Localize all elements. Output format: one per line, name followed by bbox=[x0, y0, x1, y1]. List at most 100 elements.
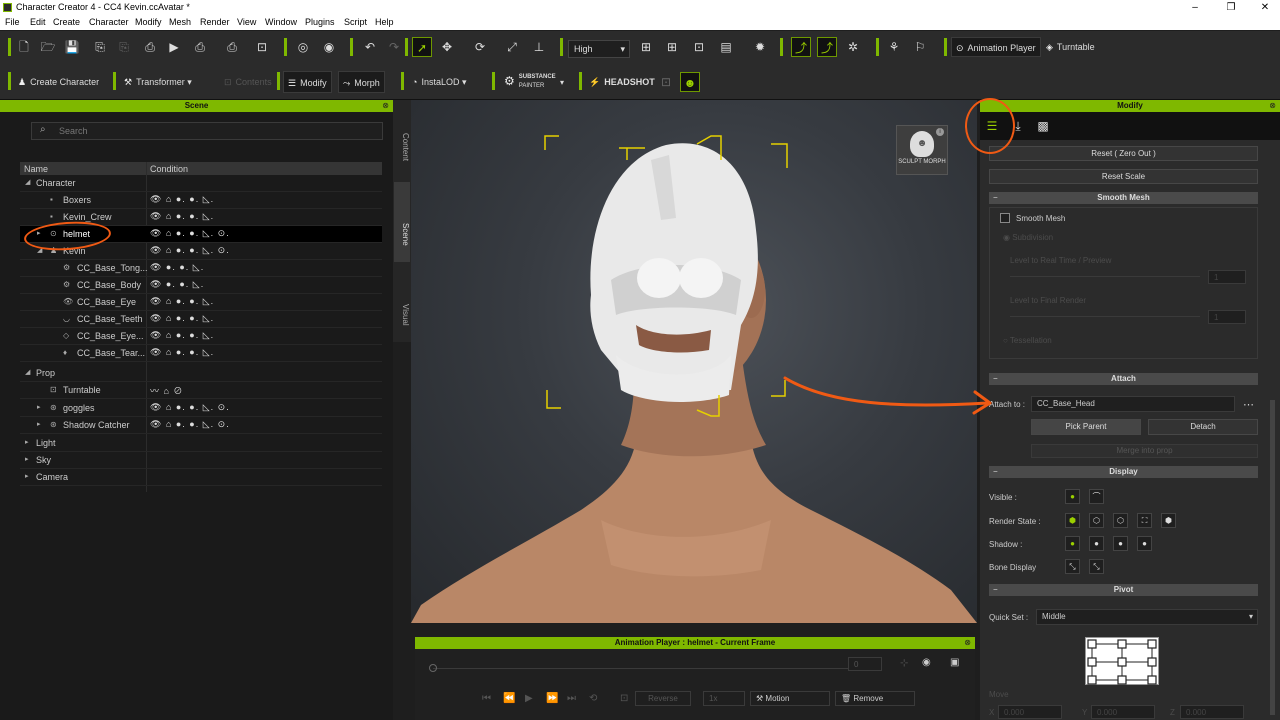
subdivision-radio[interactable]: ◉ Subdivision bbox=[1003, 233, 1053, 242]
render-xray-icon[interactable]: ⬢ bbox=[1161, 513, 1176, 528]
pose-icon[interactable]: ⤴ bbox=[791, 37, 811, 57]
close-icon[interactable]: ⊗ bbox=[1269, 100, 1276, 112]
instalod-button[interactable]: ◔ InstaLOD ▾ bbox=[408, 71, 471, 93]
skip-end-icon[interactable]: ⏭ bbox=[567, 693, 576, 704]
shadow-receive-icon[interactable]: ● bbox=[1089, 536, 1104, 551]
tree-row-goggles[interactable]: ▸ ⊛ goggles 👁 ⌂ ●. ●. ◺. ⊙. bbox=[20, 400, 382, 417]
layers-icon[interactable]: ▤ bbox=[716, 37, 736, 57]
menu-mesh[interactable]: Mesh bbox=[166, 17, 194, 27]
sculpt-morph-button[interactable]: ☻ SCULPT MORPH i bbox=[896, 125, 948, 175]
level-final-input[interactable]: 1 bbox=[1208, 310, 1246, 324]
condition-icons[interactable]: 👁 ●. ●. ◺. bbox=[150, 262, 204, 273]
render-shaded-icon[interactable]: ⬢ bbox=[1065, 513, 1080, 528]
tree-row-turntable[interactable]: ⊡ Turntable 〰 ⌂ ⊘ bbox=[20, 382, 382, 399]
tree-row-cc-base-eye[interactable]: 👁 CC_Base_Eye 👁 ⌂ ●. ●. ◺. bbox=[20, 294, 382, 311]
physics-icon[interactable]: ⚘ bbox=[884, 37, 904, 57]
menu-script[interactable]: Script bbox=[341, 17, 370, 27]
reverse-button[interactable]: Reverse bbox=[635, 691, 691, 706]
display-section-header[interactable]: − Display bbox=[989, 466, 1258, 478]
tree-row-character[interactable]: ◢ Character bbox=[20, 175, 382, 192]
condition-icons[interactable]: 👁 ⌂ ●. ●. ◺. bbox=[150, 313, 214, 324]
pivot-z-input[interactable]: 0.000 bbox=[1180, 705, 1244, 719]
modify-button[interactable]: ☰ Modify bbox=[283, 71, 332, 93]
pivot-y-input[interactable]: 0.000 bbox=[1091, 705, 1155, 719]
quality-select[interactable]: High ▾ bbox=[568, 40, 630, 58]
shadow-none-icon[interactable]: ● bbox=[1137, 536, 1152, 551]
skip-start-icon[interactable]: ⏮ bbox=[482, 693, 491, 704]
animation-player-button[interactable]: ⊙ Animation Player bbox=[951, 37, 1041, 57]
headshot-button[interactable]: ⚡ HEADSHOT bbox=[585, 71, 659, 93]
flag-icon[interactable]: ⚐ bbox=[910, 37, 930, 57]
timeline-track[interactable] bbox=[433, 668, 853, 669]
import-icon[interactable]: ⎘ bbox=[90, 37, 110, 57]
bones-icon[interactable]: ✲ bbox=[843, 37, 863, 57]
shadow-both-icon[interactable]: ● bbox=[1113, 536, 1128, 551]
tree-row-shadow-catcher[interactable]: ▸ ⊛ Shadow Catcher 👁 ⌂ ●. ●. ◺. ⊙. bbox=[20, 417, 382, 434]
tree-row-cc-base-eye-occlusion[interactable]: ◇ CC_Base_Eye... 👁 ⌂ ●. ●. ◺. bbox=[20, 328, 382, 345]
screen-icon[interactable]: ▣ bbox=[950, 657, 959, 668]
save-icon[interactable]: 💾 bbox=[62, 37, 82, 57]
export-fbx-icon[interactable]: ⎙ bbox=[222, 37, 242, 57]
menu-create[interactable]: Create bbox=[50, 17, 83, 27]
frame-icon[interactable]: ⊡ bbox=[689, 37, 709, 57]
tree-row-cc-base-teeth[interactable]: ◡ CC_Base_Teeth 👁 ⌂ ●. ●. ◺. bbox=[20, 311, 382, 328]
menu-help[interactable]: Help bbox=[372, 17, 397, 27]
bone-show-icon[interactable]: ⤡ bbox=[1065, 559, 1080, 574]
face-mask-icon[interactable]: ☻ bbox=[680, 72, 700, 92]
condition-icons[interactable]: 👁 ⌂ ●. ●. ◺. bbox=[150, 211, 214, 222]
menu-window[interactable]: Window bbox=[262, 17, 300, 27]
smooth-mesh-checkbox[interactable] bbox=[1000, 213, 1010, 223]
capture-icon[interactable]: ◉ bbox=[922, 657, 931, 668]
close-icon[interactable]: ⊗ bbox=[382, 100, 389, 112]
create-character-button[interactable]: ♟ Create Character bbox=[14, 71, 103, 93]
grid-icon[interactable]: ⊞ bbox=[662, 37, 682, 57]
export-obj-icon[interactable]: ⎙ bbox=[190, 37, 210, 57]
timeline-handle[interactable] bbox=[429, 664, 437, 672]
record-icon[interactable]: ⊡ bbox=[620, 693, 628, 704]
tree-row-cc-base-tongue[interactable]: ⚙ CC_Base_Tong... 👁 ●. ●. ◺. bbox=[20, 260, 382, 277]
next-frame-icon[interactable]: ⏩ bbox=[546, 693, 558, 704]
motion-button[interactable]: ⚒ Motion bbox=[750, 691, 830, 706]
smooth-mesh-section-header[interactable]: − Smooth Mesh bbox=[989, 192, 1258, 204]
screenshot-icon[interactable]: ⊡ bbox=[252, 37, 272, 57]
condition-icons[interactable]: 👁 ⌂ ●. ●. ◺. bbox=[150, 296, 214, 307]
minimize-button[interactable]: – bbox=[1178, 0, 1212, 15]
condition-icons[interactable]: 👁 ⌂ ●. ●. ◺. bbox=[150, 330, 214, 341]
condition-icons[interactable]: 👁 ⌂ ●. ●. ◺. ⊙. bbox=[150, 402, 230, 413]
loop-icon[interactable]: ⟲ bbox=[589, 693, 597, 704]
undo-icon[interactable]: ↶ bbox=[360, 37, 380, 57]
speed-select[interactable]: 1x bbox=[703, 691, 745, 706]
attach-section-header[interactable]: − Attach bbox=[989, 373, 1258, 385]
key-icon[interactable]: ⊹ bbox=[900, 658, 908, 669]
tree-row-light[interactable]: ▸ Light bbox=[20, 435, 382, 452]
tree-row-boxers[interactable]: ▪ Boxers 👁 ⌂ ●. ●. ◺. bbox=[20, 192, 382, 209]
column-name[interactable]: Name bbox=[24, 164, 48, 174]
smart-search-icon[interactable]: ◎ bbox=[293, 37, 313, 57]
prev-frame-icon[interactable]: ⏪ bbox=[503, 693, 515, 704]
pivot-point-grid[interactable] bbox=[1085, 637, 1159, 685]
close-button[interactable]: ✕ bbox=[1248, 0, 1280, 15]
reset-scale-button[interactable]: Reset Scale bbox=[989, 169, 1258, 184]
condition-icons[interactable]: 👁 ●. ●. ◺. bbox=[150, 279, 204, 290]
select-arrow-icon[interactable]: ➚ bbox=[412, 37, 432, 57]
pick-parent-button[interactable]: Pick Parent bbox=[1031, 419, 1141, 435]
export-icon[interactable]: ▶ bbox=[164, 37, 184, 57]
menu-render[interactable]: Render bbox=[197, 17, 233, 27]
menu-view[interactable]: View bbox=[234, 17, 259, 27]
ik-icon[interactable]: ⤴ bbox=[817, 37, 837, 57]
tree-row-sky[interactable]: ▸ Sky bbox=[20, 452, 382, 469]
detach-button[interactable]: Detach bbox=[1148, 419, 1258, 435]
maximize-button[interactable]: ❐ bbox=[1214, 0, 1248, 15]
render-box-icon[interactable]: ⬡ bbox=[1089, 513, 1104, 528]
condition-icons[interactable]: 〰 ⌂ ⊘ bbox=[150, 384, 183, 397]
tessellation-radio[interactable]: ○ Tessellation bbox=[1003, 336, 1052, 345]
visible-off-icon[interactable]: ⌒ bbox=[1089, 489, 1104, 504]
rotate-icon[interactable]: ⟳ bbox=[470, 37, 490, 57]
menu-modify[interactable]: Modify bbox=[132, 17, 165, 27]
level-final-slider[interactable] bbox=[1010, 316, 1200, 317]
tree-row-camera[interactable]: ▸ Camera bbox=[20, 469, 382, 486]
menu-edit[interactable]: Edit bbox=[27, 17, 49, 27]
align-icon[interactable]: ⊥ bbox=[529, 37, 549, 57]
substance-painter-button[interactable]: ⚙ SUBSTANCE PAINTER bbox=[500, 71, 556, 93]
menu-plugins[interactable]: Plugins bbox=[302, 17, 338, 27]
